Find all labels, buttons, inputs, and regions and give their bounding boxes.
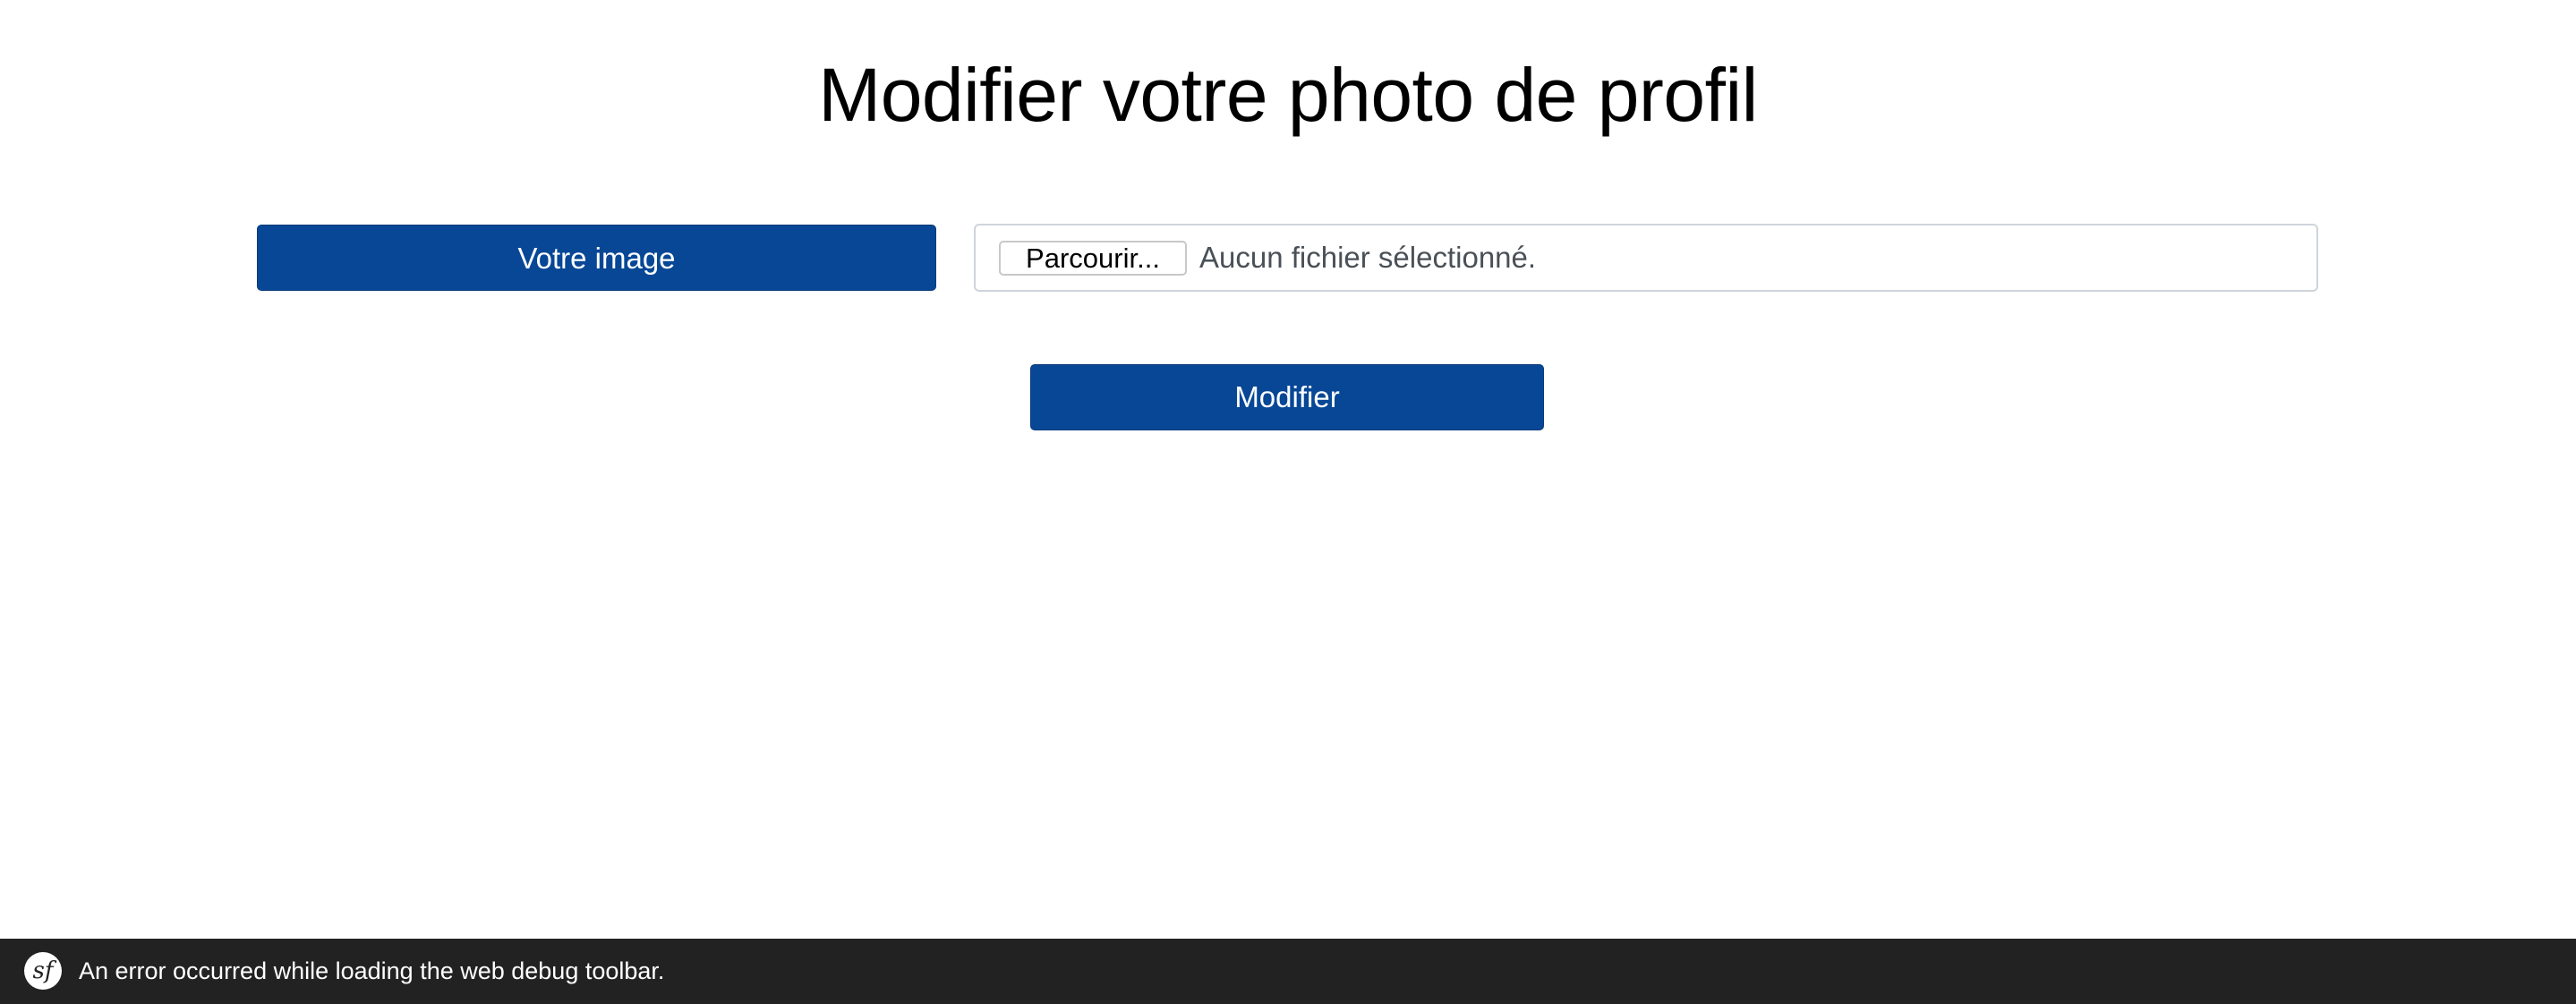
page-title: Modifier votre photo de profil (818, 53, 1758, 137)
browse-button[interactable]: Parcourir... (999, 241, 1187, 276)
symfony-icon[interactable]: sf (24, 952, 62, 990)
submit-button[interactable]: Modifier (1030, 364, 1544, 430)
web-debug-toolbar: sf An error occurred while loading the w… (0, 939, 2576, 1004)
file-input-field[interactable]: Parcourir... Aucun fichier sélectionné. (974, 224, 2318, 292)
debug-toolbar-message: An error occurred while loading the web … (79, 957, 665, 984)
page: Modifier votre photo de profil Votre ima… (0, 0, 2576, 1004)
file-status-text: Aucun fichier sélectionné. (1199, 241, 1537, 274)
image-label-button[interactable]: Votre image (257, 225, 936, 291)
